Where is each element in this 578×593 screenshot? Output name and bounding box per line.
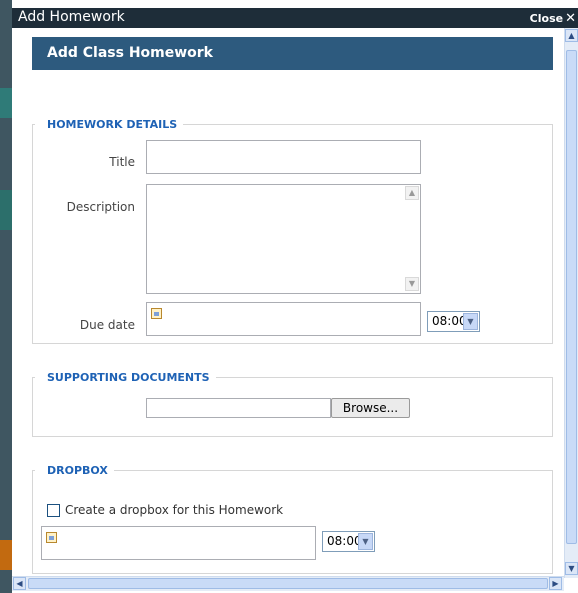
- scroll-left-arrow-icon[interactable]: ◀: [13, 577, 26, 590]
- due-date-input[interactable]: [146, 302, 421, 336]
- scroll-up-arrow-icon[interactable]: ▲: [565, 29, 578, 42]
- background-block: [0, 540, 12, 570]
- form-header: Add Class Homework: [32, 37, 553, 70]
- form-title: Add Class Homework: [47, 45, 213, 61]
- dialog-content[interactable]: Add Class Homework HOMEWORK DETAILS Titl…: [12, 28, 564, 576]
- due-time-select[interactable]: 08:00 ▼: [427, 311, 480, 332]
- file-path-input[interactable]: [146, 398, 331, 418]
- scrollbar-thumb[interactable]: [28, 578, 548, 589]
- dialog-titlebar: Add Homework Close ✕: [12, 8, 578, 28]
- close-icon[interactable]: ✕: [565, 11, 576, 26]
- dialog-horizontal-scrollbar[interactable]: ◀ ▶: [12, 576, 564, 591]
- description-scrollbar[interactable]: ▲ ▼: [404, 185, 420, 293]
- description-label: Description: [66, 200, 135, 214]
- dialog-title: Add Homework: [18, 9, 125, 25]
- due-date-label: Due date: [79, 318, 135, 332]
- description-textarea[interactable]: ▲ ▼: [146, 184, 421, 294]
- title-input[interactable]: [146, 140, 421, 174]
- close-label[interactable]: Close: [530, 12, 563, 25]
- scroll-down-arrow-icon[interactable]: ▼: [405, 277, 419, 291]
- dropbox-legend: DROPBOX: [47, 464, 108, 477]
- create-dropbox-label[interactable]: Create a dropbox for this Homework: [65, 503, 283, 517]
- calendar-icon[interactable]: [151, 308, 162, 319]
- chevron-down-icon[interactable]: ▼: [358, 533, 373, 550]
- dropbox-date-input[interactable]: [41, 526, 316, 560]
- background-block: [0, 88, 12, 118]
- close-button[interactable]: Close ✕: [530, 11, 576, 26]
- scroll-right-arrow-icon[interactable]: ▶: [549, 577, 562, 590]
- dropbox-time-value: 08:00: [327, 534, 362, 548]
- dropbox-time-select[interactable]: 08:00 ▼: [322, 531, 375, 552]
- homework-details-legend: HOMEWORK DETAILS: [47, 118, 178, 131]
- background-block: [0, 190, 12, 230]
- chevron-down-icon[interactable]: ▼: [463, 313, 478, 330]
- create-dropbox-checkbox[interactable]: [47, 504, 60, 517]
- add-homework-dialog: Add Homework Close ✕ Add Class Homework H…: [12, 8, 578, 593]
- dialog-vertical-scrollbar[interactable]: ▲ ▼: [564, 28, 578, 578]
- title-label: Title: [109, 155, 135, 169]
- supporting-documents-legend: SUPPORTING DOCUMENTS: [47, 371, 210, 384]
- calendar-icon[interactable]: [46, 532, 57, 543]
- browse-button[interactable]: Browse...: [331, 398, 410, 418]
- due-time-value: 08:00: [432, 314, 467, 328]
- scroll-down-arrow-icon[interactable]: ▼: [565, 562, 578, 575]
- scroll-up-arrow-icon[interactable]: ▲: [405, 186, 419, 200]
- background-page: [0, 0, 12, 593]
- scrollbar-thumb[interactable]: [566, 50, 577, 544]
